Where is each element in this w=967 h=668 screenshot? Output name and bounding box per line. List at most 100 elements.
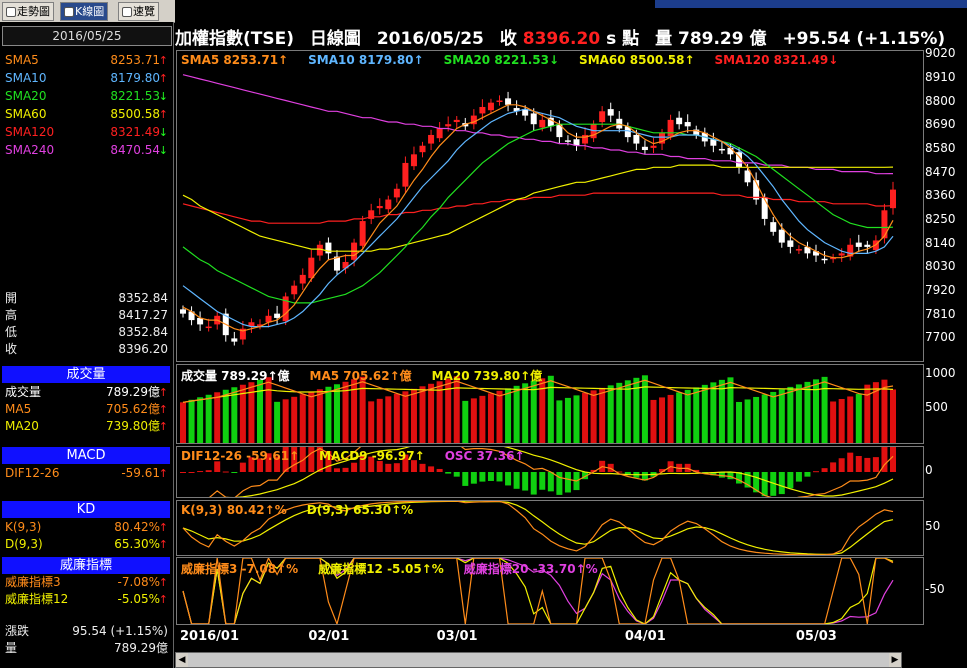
volume-label: 量 <box>5 641 18 655</box>
scroll-right-icon[interactable]: ▶ <box>889 653 901 667</box>
volume-bar <box>513 385 520 443</box>
osc-bar <box>813 471 820 473</box>
volume-bar <box>376 398 383 443</box>
volume-bar <box>248 382 255 443</box>
osc-bar <box>180 472 186 473</box>
osc-bar <box>821 468 828 472</box>
legend-entry: MA5 705.62↑億 <box>309 369 412 383</box>
tab-label: 走勢圖 <box>17 5 50 18</box>
osc-bar <box>761 472 768 497</box>
vol-value: 705.62億 <box>106 402 160 416</box>
sma20-line <box>182 123 894 304</box>
osc-bar <box>239 462 246 472</box>
legend-entry: D(9,3) 65.30↑% <box>306 503 414 517</box>
volume-bar <box>607 385 614 443</box>
kd-value: 80.42% <box>114 520 160 534</box>
candle-body <box>359 221 366 246</box>
sma-row: SMA20 8221.53 ↓ <box>5 88 168 105</box>
vol-label: MA20 <box>5 419 39 433</box>
sma240-line <box>182 74 894 175</box>
price-tick-label: 8250 <box>925 212 956 227</box>
wr-value: -5.05% <box>117 592 160 606</box>
volume-bar <box>667 394 674 443</box>
volume-bar <box>890 389 896 443</box>
tab-label: 速覽 <box>133 5 155 18</box>
legend-entry: SMA120 8321.49↓ <box>714 53 839 67</box>
osc-bar <box>205 470 212 472</box>
osc-bar <box>419 463 426 472</box>
ohlc-row: 低 8352.84 <box>5 324 168 341</box>
wr-legend: 威廉指標3 -7.08↑% 威廉指標12 -5.05↑% 威廉指標20 -33.70… <box>181 560 618 577</box>
volume-bar <box>710 382 717 443</box>
candle-body <box>838 253 845 256</box>
candle-body <box>231 338 238 342</box>
osc-bar <box>428 466 435 472</box>
candle-body <box>299 274 306 284</box>
left-info-panel: 2016/05/25 SMA5 8253.71 ↑ SMA10 8179.80 ↑ SMA2… <box>0 22 174 668</box>
volume-bar <box>770 391 777 443</box>
osc-bar <box>778 472 785 495</box>
tab-1[interactable]: K線圖 <box>60 2 109 21</box>
price-tick-label: 8360 <box>925 188 956 203</box>
volume-bar <box>590 390 597 443</box>
vol-value: 789.29億 <box>106 385 160 399</box>
volume-bar <box>778 389 785 443</box>
candle-body <box>787 240 794 247</box>
osc-bar <box>505 472 512 486</box>
price-tick-label: 9020 <box>925 46 956 61</box>
tab-icon <box>6 7 16 17</box>
volume-bar <box>676 392 683 443</box>
volume-bar <box>282 399 289 443</box>
sma-row: SMA240 8470.54 ↓ <box>5 142 168 159</box>
volume-bar <box>522 383 529 443</box>
price-tick-label: 8800 <box>925 93 956 108</box>
scroll-left-icon[interactable]: ◀ <box>176 653 188 667</box>
candle-body <box>436 128 443 139</box>
tab-0[interactable]: 走勢圖 <box>2 2 54 21</box>
vol-row: 成交量 789.29億 ↑ <box>5 384 168 401</box>
price-tick-label: 8910 <box>925 69 956 84</box>
volume-bar <box>291 396 298 443</box>
volume-bar <box>419 386 426 443</box>
volume-bar <box>188 399 195 443</box>
legend-entry: SMA5 8253.71↑ <box>181 53 289 67</box>
x-tick-label: 04/01 <box>624 629 666 644</box>
candle-body <box>180 309 186 314</box>
candle-body <box>676 117 683 125</box>
candle-body <box>496 100 503 103</box>
arrow-up-icon: ↑ <box>158 108 168 121</box>
arrow-up-icon: ↑ <box>158 538 168 551</box>
volume-bar <box>744 399 751 443</box>
candle-body <box>855 242 862 247</box>
vol-label: MA5 <box>5 402 32 416</box>
close-label: 收 <box>499 29 517 49</box>
volume-bar <box>787 386 794 443</box>
candle-body <box>599 111 606 123</box>
tab-2[interactable]: 速覽 <box>118 2 159 21</box>
arrow-up-icon: ↑ <box>158 593 168 606</box>
arrow-up-icon: ↑ <box>158 467 168 480</box>
candle-body <box>864 244 871 247</box>
legend-entry: 威廉指標12 -5.05↑% <box>318 562 444 576</box>
change-value: 95.54 (+1.15%) <box>72 624 168 638</box>
macd-legend: DIF12-26 -59.61↑ MACD9 -96.97↑ OSC 37.36↑ <box>181 449 545 463</box>
osc-bar <box>188 472 195 473</box>
osc-bar <box>385 463 392 472</box>
ohlc-row: 收 8396.20 <box>5 341 168 358</box>
osc-bar <box>470 472 477 484</box>
volume-tick-label: 500 <box>925 400 948 415</box>
volume-bar <box>479 395 486 443</box>
osc-bar <box>547 472 554 492</box>
volume-bar <box>693 387 700 443</box>
ohlc-value: 8352.84 <box>118 325 168 339</box>
volume-bar <box>265 377 272 443</box>
change-label: 漲跌 <box>5 624 30 638</box>
kd-pane: K(9,3) 80.42↑% D(9,3) 65.30↑% <box>176 500 924 556</box>
volume-value: 789.29億 <box>114 641 168 655</box>
horizontal-scrollbar[interactable]: ◀ ▶ <box>175 652 902 668</box>
legend-entry: 威廉指標20 -33.70↑% <box>463 562 598 576</box>
sma-label: SMA240 <box>5 143 55 157</box>
candle-body <box>641 146 648 151</box>
volume-bar <box>855 393 862 443</box>
sma-value: 8221.53 <box>110 89 160 103</box>
